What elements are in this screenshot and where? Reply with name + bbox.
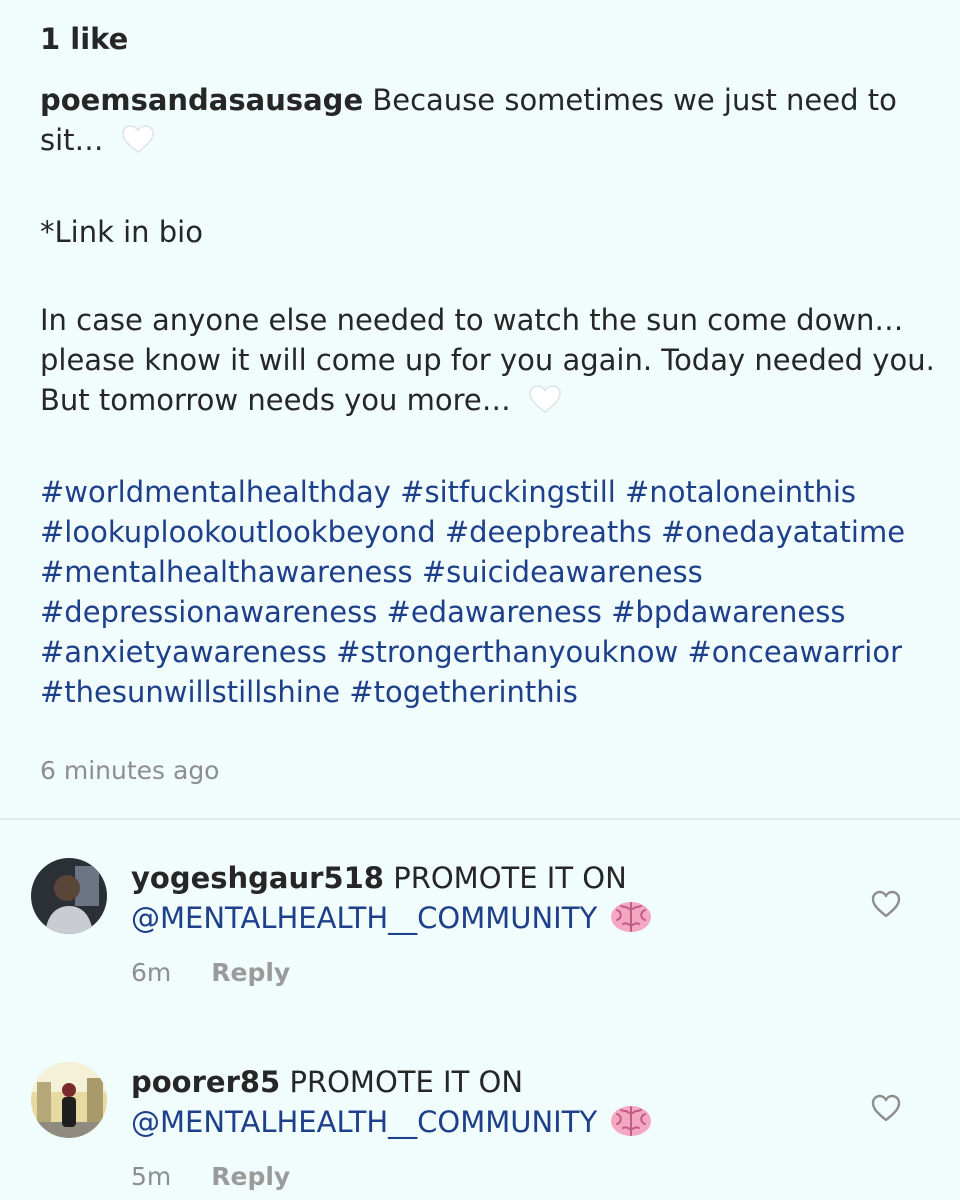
brain-emoji-icon [609, 900, 653, 944]
white-heart-emoji-icon [528, 384, 562, 424]
comment-body: PROMOTE IT ON [280, 1065, 524, 1099]
comment-meta: 6m Reply [131, 958, 290, 987]
comment-time: 5m [131, 1162, 172, 1191]
post-caption: poemsandasausage Because sometimes we ju… [40, 80, 935, 712]
comment-username[interactable]: poorer85 [131, 1065, 280, 1099]
like-heart-icon[interactable] [870, 1093, 902, 1123]
comment-mention[interactable]: @MENTALHEALTH__COMMUNITY [131, 1105, 597, 1139]
reply-button[interactable]: Reply [211, 958, 290, 987]
comment-text: poorer85 PROMOTE IT ON @MENTALHEALTH__CO… [131, 1062, 811, 1148]
avatar[interactable] [31, 858, 107, 934]
caption-hashtags[interactable]: #worldmentalhealthday #sitfuckingstill #… [40, 472, 935, 712]
like-heart-icon[interactable] [870, 889, 902, 919]
comment-time: 6m [131, 958, 172, 987]
caption-link-in-bio: *Link in bio [40, 215, 203, 249]
comment-text: yogeshgaur518 PROMOTE IT ON @MENTALHEALT… [131, 858, 811, 944]
post-timestamp: 6 minutes ago [40, 756, 220, 785]
comment-meta: 5m Reply [131, 1162, 290, 1191]
reply-button[interactable]: Reply [211, 1162, 290, 1191]
caption-first-paragraph: poemsandasausage Because sometimes we ju… [40, 80, 935, 164]
brain-emoji-icon [609, 1104, 653, 1148]
avatar-photo-icon [31, 858, 107, 934]
likes-count[interactable]: 1 like [40, 22, 128, 56]
caption-body: In case anyone else needed to watch the … [40, 300, 935, 424]
divider [0, 818, 960, 820]
caption-username[interactable]: poemsandasausage [40, 83, 363, 117]
comment-mention[interactable]: @MENTALHEALTH__COMMUNITY [131, 901, 597, 935]
avatar[interactable] [31, 1062, 107, 1138]
avatar-photo-icon [31, 1062, 107, 1138]
comment-body: PROMOTE IT ON [383, 861, 627, 895]
comment-username[interactable]: yogeshgaur518 [131, 861, 384, 895]
white-heart-emoji-icon [121, 124, 155, 164]
caption-body-text: In case anyone else needed to watch the … [40, 303, 935, 417]
